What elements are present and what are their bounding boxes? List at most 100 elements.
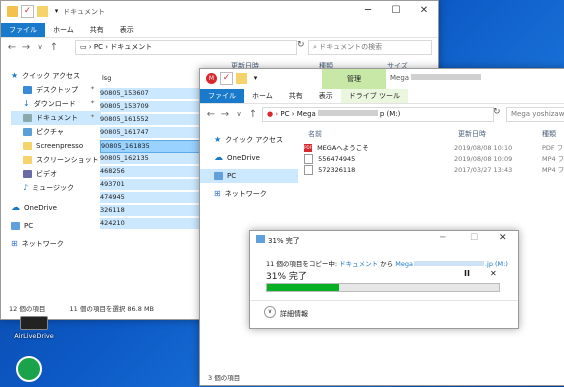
nav-pictures[interactable]: ピクチャ [11, 125, 101, 139]
close-button[interactable]: ✕ [410, 3, 438, 19]
column-header-name[interactable]: 名前 [308, 129, 322, 139]
column-header-type[interactable]: 種類 [542, 129, 556, 139]
nav-network[interactable]: ⊞ ネットワーク [214, 187, 298, 201]
forward-arrow-icon[interactable]: → [218, 109, 232, 120]
nav-videos[interactable]: ビデオ [11, 167, 101, 181]
new-folder-icon[interactable] [37, 6, 48, 17]
list-item[interactable]: 468256 [100, 166, 201, 177]
list-item[interactable]: 90805_161835 [100, 140, 203, 153]
tab-share[interactable]: 共有 [82, 23, 112, 37]
nav-screenpresso[interactable]: Screenpresso [11, 139, 101, 153]
nav-quick-access[interactable]: ★ クイック アクセス [11, 69, 101, 83]
chevron-down-icon[interactable]: ▾ [250, 73, 261, 84]
list-item[interactable]: 474945 [100, 192, 201, 203]
nav-screenshots[interactable]: スクリーンショット [11, 153, 101, 167]
navigation-pane: ★ クイック アクセス ☁ OneDrive PC ⊞ ネットワーク [200, 133, 298, 201]
more-details-button[interactable]: 詳細情報 [280, 309, 308, 319]
tab-view[interactable]: 表示 [311, 89, 341, 103]
list-item[interactable]: 424210 [100, 218, 201, 229]
minimize-button[interactable]: ─ [440, 233, 445, 243]
list-item[interactable]: 90805_153709 [100, 101, 201, 112]
status-item-count: 3 個の項目 [208, 374, 241, 382]
maximize-button[interactable]: ☐ [382, 3, 410, 19]
pc-icon: ▭ › [80, 43, 94, 51]
chevron-down-icon[interactable]: ∨ [232, 110, 246, 118]
pdf-icon: PDF [304, 144, 312, 152]
dialog-titlebar: 31% 完了 ─ ☐ ✕ [250, 231, 518, 249]
minimize-button[interactable]: ─ [354, 3, 382, 19]
source-link[interactable]: ドキュメント [339, 260, 378, 268]
path-mega[interactable]: Mega [297, 110, 316, 118]
tab-drive-tools[interactable]: ドライブ ツール [340, 89, 409, 103]
refresh-icon[interactable]: ↻ [493, 107, 501, 117]
explorer-window-mega: M ✓ ▾ 管理 Mega ファイル ホーム 共有 表示 ドライブ ツール ← … [199, 68, 564, 386]
destination-link[interactable]: Mega .jp (M:) [395, 260, 508, 268]
forward-arrow-icon[interactable]: → [19, 42, 33, 53]
list-item[interactable]: 572326118 2017/03/27 13:43 MP4 ファ [304, 165, 564, 176]
nav-desktop[interactable]: デスクトップ [11, 83, 101, 97]
tab-home[interactable]: ホーム [45, 23, 82, 37]
list-item[interactable]: 90805_161747 [100, 127, 201, 138]
properties-icon[interactable]: ✓ [220, 72, 233, 85]
search-input[interactable]: Mega yoshizawa@ [506, 107, 564, 122]
desktop-app-icon[interactable] [16, 356, 42, 382]
path-box[interactable]: ● › PC › Mega p (M:) [262, 107, 494, 122]
pin-icon[interactable]: ✦ [90, 113, 95, 120]
path-drive[interactable]: p (M:) [380, 110, 401, 118]
tab-home[interactable]: ホーム [244, 89, 281, 103]
back-arrow-icon[interactable]: ← [5, 42, 19, 53]
nav-downloads[interactable]: ↓ ダウンロード [11, 97, 101, 111]
chevron-down-icon[interactable]: ∨ [33, 43, 47, 51]
column-header-modified[interactable]: 更新日時 [458, 129, 486, 139]
percent-complete: 31% 完了 [266, 272, 307, 282]
search-input[interactable]: ⌕ ドキュメントの検索 [308, 40, 432, 55]
back-arrow-icon[interactable]: ← [204, 109, 218, 120]
list-item[interactable]: 326118 [100, 205, 201, 216]
titlebar: ✓ ▾ ドキュメント ─ ☐ ✕ [1, 1, 438, 23]
up-arrow-icon[interactable]: ↑ [47, 42, 61, 53]
list-item[interactable]: 90805_153607 [100, 88, 201, 99]
list-item[interactable]: 556474945 2019/08/08 10:09 MP4 ファ [304, 154, 564, 165]
nav-pc[interactable]: PC [200, 169, 298, 183]
close-button[interactable]: ✕ [499, 233, 507, 243]
maximize-button[interactable]: ☐ [470, 233, 478, 243]
nav-pc[interactable]: PC [11, 219, 101, 233]
desktop-icon-airlivedrive[interactable]: AirLiveDrive [10, 316, 58, 340]
path-documents[interactable]: ドキュメント [110, 43, 152, 51]
list-item[interactable]: PDF MEGAへようこそ 2019/08/08 10:10 PDF ファ [304, 143, 564, 154]
pin-icon[interactable]: ✦ [90, 99, 95, 106]
nav-documents[interactable]: ドキュメント [11, 111, 101, 125]
refresh-icon[interactable]: ↻ [297, 40, 305, 50]
pc-icon [214, 172, 223, 180]
tab-view[interactable]: 表示 [112, 23, 142, 37]
quick-access-toolbar: ✓ ▾ [7, 5, 62, 18]
nav-onedrive[interactable]: ☁ OneDrive [11, 201, 101, 215]
nav-quick-access[interactable]: ★ クイック アクセス [214, 133, 298, 147]
up-arrow-icon[interactable]: ↑ [246, 109, 260, 120]
chevron-down-icon[interactable]: ∨ [264, 306, 276, 318]
tab-manage[interactable]: 管理 [322, 69, 386, 89]
cancel-button[interactable]: ✕ [490, 269, 497, 278]
pause-button[interactable]: II [464, 269, 470, 278]
pin-icon[interactable]: ✦ [90, 85, 95, 92]
list-item[interactable]: 493701 [100, 179, 201, 190]
new-folder-icon[interactable] [236, 73, 247, 84]
mp4-icon [304, 154, 313, 164]
list-item[interactable]: 90805_161552 [100, 114, 201, 125]
path-pc[interactable]: PC [94, 43, 103, 51]
nav-onedrive[interactable]: ☁ OneDrive [214, 151, 298, 165]
status-selected: 11 個の項目を選択 86.8 MB [69, 305, 155, 313]
path-box[interactable]: ▭ › PC › ドキュメント [75, 40, 297, 55]
properties-icon[interactable]: ✓ [21, 5, 34, 18]
dialog-separator [250, 300, 518, 301]
tab-file[interactable]: ファイル [1, 23, 45, 37]
chevron-down-icon[interactable]: ▾ [51, 6, 62, 17]
list-item[interactable]: lsg [102, 73, 111, 84]
nav-network[interactable]: ⊞ ネットワーク [11, 237, 101, 251]
tab-file[interactable]: ファイル [200, 89, 244, 103]
nav-music[interactable]: ♪ ミュージック [11, 181, 101, 195]
video-icon [23, 170, 32, 178]
tab-share[interactable]: 共有 [281, 89, 311, 103]
drive-icon [20, 316, 48, 330]
list-item[interactable]: 90805_162135 [100, 153, 201, 164]
